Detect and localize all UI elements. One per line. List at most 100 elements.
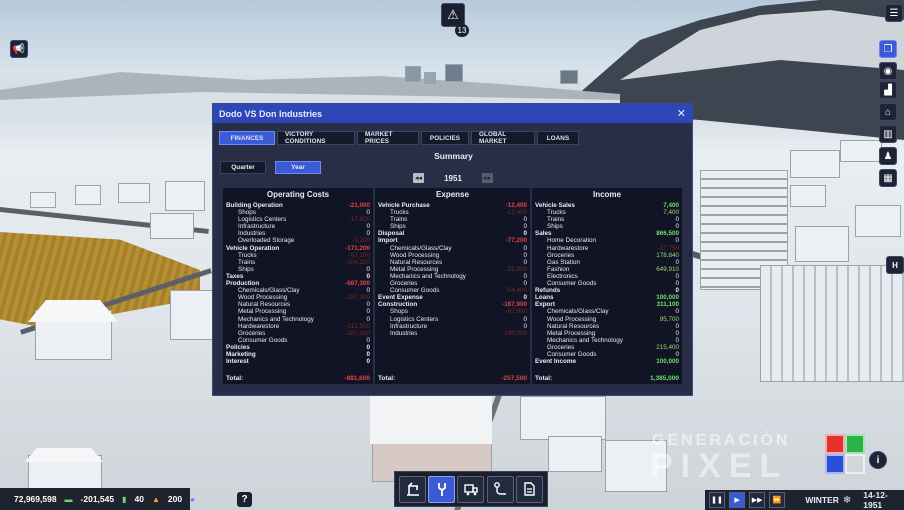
expense-title: Expense xyxy=(436,190,469,199)
income-row: Sales 866,500 xyxy=(535,230,679,237)
people-icon[interactable]: ♟ xyxy=(879,147,897,165)
trend-icon: ▮ xyxy=(122,494,127,504)
row-label: Interest xyxy=(226,358,249,366)
company-icon[interactable]: ▦ xyxy=(879,169,897,187)
row-value: 0 xyxy=(523,315,527,323)
operating-row: Groceries -387,300 xyxy=(226,330,370,337)
tab-victory-conditions[interactable]: VICTORY CONDITIONS xyxy=(277,131,355,145)
expense-row: Ships 0 xyxy=(378,223,527,230)
close-icon[interactable]: ✕ xyxy=(677,107,686,120)
house xyxy=(118,183,150,203)
operating-row: Industries 0 xyxy=(226,230,370,237)
pause-button[interactable]: ❚❚ xyxy=(709,492,726,508)
row-label: Building Operation xyxy=(226,202,283,209)
row-label: Consumer Goods xyxy=(547,280,597,288)
tab-global-market[interactable]: GLOBAL MARKET xyxy=(471,131,535,145)
operating-row: Logistics Centers -17,800 xyxy=(226,216,370,223)
building-roof xyxy=(370,396,492,444)
row-value: 0 xyxy=(523,294,527,302)
row-label: Metal Processing xyxy=(390,265,439,273)
contracts-tool-button[interactable] xyxy=(515,475,543,503)
expense-list: Vehicle Purchase -12,400 Trucks -12,400 Trai… xyxy=(378,202,527,337)
operating-row: Shops 0 xyxy=(226,209,370,216)
expense-row: Chemicals/Glass/Clay 0 xyxy=(378,245,527,252)
level-a-value: 40 xyxy=(134,494,144,504)
statistics-icon[interactable]: ▥ xyxy=(879,125,897,143)
operating-row: Vehicle Operation -171,200 xyxy=(226,245,370,252)
announcement-icon[interactable]: 📢 xyxy=(10,40,28,58)
quarter-button[interactable]: Quarter xyxy=(220,161,266,174)
operating-row: Marketing 0 xyxy=(226,351,370,358)
expense-row: Trucks -12,400 xyxy=(378,209,527,216)
row-value: -187,300 xyxy=(345,294,370,302)
help-button[interactable]: ? xyxy=(237,492,252,507)
windows-icon[interactable]: ❐ xyxy=(879,40,897,58)
income-row: Fashion 649,910 xyxy=(535,266,679,273)
next-year-button[interactable]: ▸▸ xyxy=(481,173,493,183)
expense-total-row: Total: -257,500 xyxy=(378,375,527,382)
previous-year-button[interactable]: ◂◂ xyxy=(413,173,424,183)
operating-row: Hardwarestore -112,500 xyxy=(226,323,370,330)
expense-row: Import -77,200 xyxy=(378,237,527,244)
tab-finances[interactable]: FINANCES xyxy=(219,131,275,145)
total-label: Total: xyxy=(535,375,553,382)
route-tool-button[interactable] xyxy=(486,475,514,503)
hotkey-h-button[interactable]: H xyxy=(886,256,904,274)
infrastructure-tool-button[interactable] xyxy=(428,475,456,503)
vehicle-tool-button[interactable] xyxy=(457,475,485,503)
tab-bar: FINANCES VICTORY CONDITIONS MARKET PRICE… xyxy=(219,131,579,145)
row-value: 0 xyxy=(675,237,679,245)
tab-policies[interactable]: POLICIES xyxy=(421,131,469,145)
expense-row: Disposal 0 xyxy=(378,230,527,237)
construction-tool-button[interactable] xyxy=(399,475,427,503)
row-label: Taxes xyxy=(226,272,244,280)
build-toolbar xyxy=(394,471,548,507)
tab-market-prices[interactable]: MARKET PRICES xyxy=(357,131,419,145)
row-value: 7,400 xyxy=(663,209,679,217)
expense-panel: Expense Vehicle Purchase -12,400 Trucks -12… xyxy=(375,188,530,384)
distant-building xyxy=(445,64,463,82)
tab-loans[interactable]: LOANS xyxy=(537,131,579,145)
row-value: 0 xyxy=(366,315,370,323)
operating-row: Policies 0 xyxy=(226,344,370,351)
menu-icon[interactable]: ☰ xyxy=(885,4,903,22)
apartment-block xyxy=(760,265,904,382)
building-icon[interactable]: ⌂ xyxy=(879,103,897,121)
row-value: -112,500 xyxy=(345,322,370,330)
operating-total-value: -881,600 xyxy=(344,375,370,382)
row-label: Shops xyxy=(238,209,256,217)
window-titlebar[interactable]: Dodo VS Don Industries ✕ xyxy=(213,104,692,123)
fast-forward-button[interactable]: ▶▶ xyxy=(749,492,766,508)
row-label: Production xyxy=(226,280,260,288)
expense-total-value: -257,500 xyxy=(501,375,527,382)
row-label: Ships xyxy=(390,223,406,231)
row-label: Home Decoration xyxy=(547,237,596,245)
row-value: -3,200 xyxy=(352,237,370,245)
distant-building xyxy=(560,70,578,84)
row-label: Hardwarestore xyxy=(547,244,589,252)
operating-row: Ships 0 xyxy=(226,266,370,273)
income-row: Export 311,100 xyxy=(535,301,679,308)
crane-icon xyxy=(406,482,419,496)
row-label: Ships xyxy=(547,223,563,231)
row-label: Logistics Centers xyxy=(390,315,439,323)
operating-row: Metal Processing 0 xyxy=(226,308,370,315)
row-label: Groceries xyxy=(547,251,575,259)
play-button[interactable]: ▶ xyxy=(729,492,746,508)
row-label: Policies xyxy=(226,343,250,351)
row-value: 0 xyxy=(523,280,527,288)
row-label: Metal Processing xyxy=(238,308,287,316)
camera-icon[interactable]: ◉ xyxy=(879,62,897,80)
row-label: Wood Processing xyxy=(547,315,597,323)
factory-icon[interactable]: ▟ xyxy=(879,81,897,99)
year-button[interactable]: Year xyxy=(275,161,321,174)
row-value: -21,000 xyxy=(348,202,370,209)
operating-row: Natural Resources 0 xyxy=(226,301,370,308)
row-label: Industries xyxy=(390,329,418,337)
row-value: 0 xyxy=(523,272,527,280)
row-label: Trucks xyxy=(390,209,409,217)
row-value: -104,200 xyxy=(345,258,370,266)
expense-row: Metal Processing -22,800 xyxy=(378,266,527,273)
fastest-forward-button[interactable]: ⏩ xyxy=(769,492,786,508)
income-title: Income xyxy=(592,190,621,199)
